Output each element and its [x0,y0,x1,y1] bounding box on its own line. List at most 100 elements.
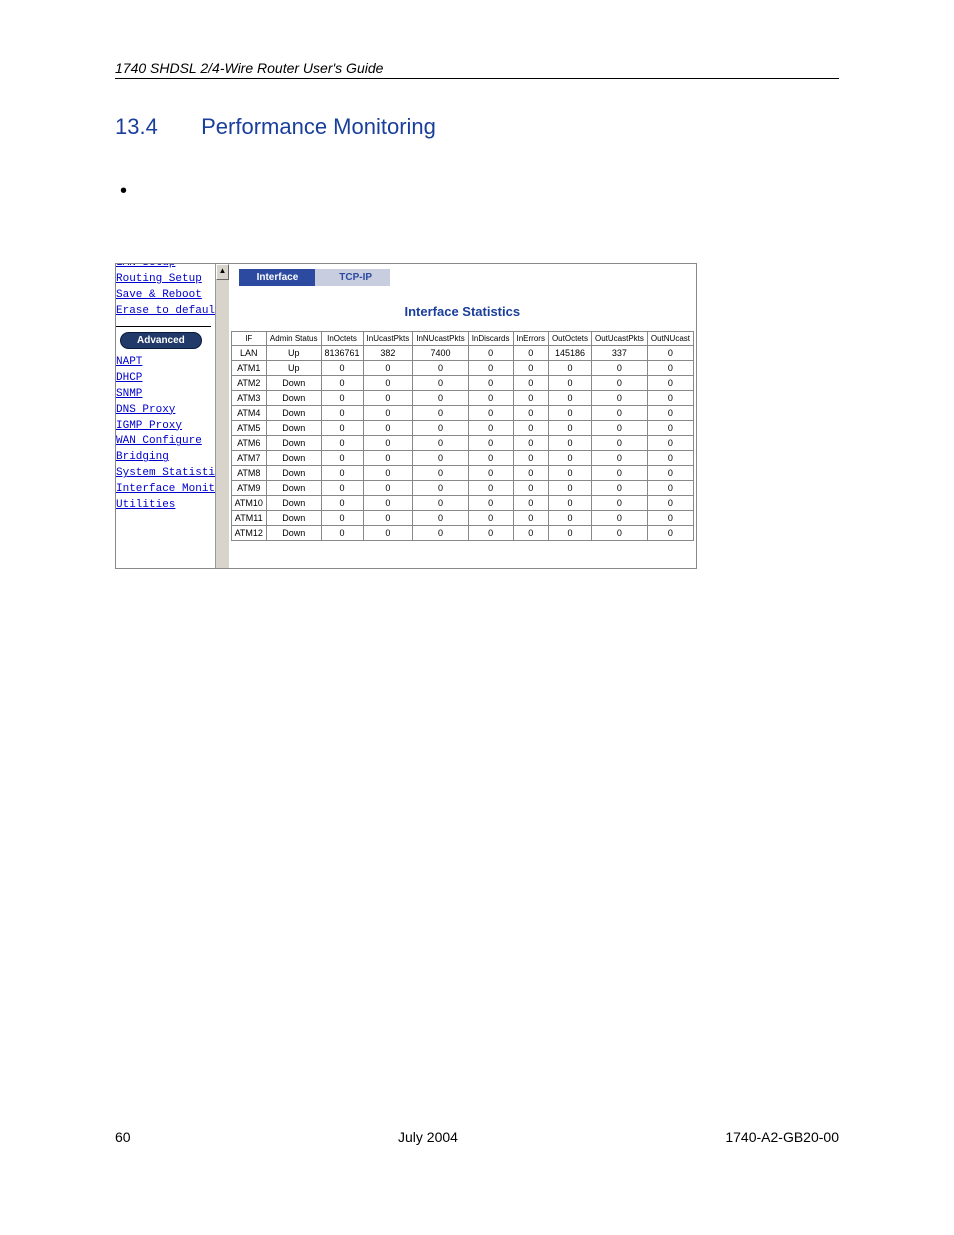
table-cell: 8136761 [321,346,363,361]
table-cell: 0 [413,391,468,406]
table-cell: 0 [548,451,591,466]
table-cell: 0 [468,526,513,541]
table-cell: 0 [413,466,468,481]
table-cell: 0 [468,436,513,451]
table-cell: 0 [647,526,693,541]
table-cell: 0 [321,466,363,481]
col-header: InNUcastPkts [413,332,468,346]
table-cell: 0 [413,406,468,421]
table-cell: 0 [591,511,647,526]
table-cell: 0 [513,481,548,496]
table-cell: 0 [321,406,363,421]
table-cell: ATM7 [231,451,266,466]
table-cell: 0 [363,466,413,481]
table-cell: 7400 [413,346,468,361]
table-cell: 0 [321,421,363,436]
table-cell: 0 [413,481,468,496]
table-cell: 0 [413,436,468,451]
table-cell: 0 [548,436,591,451]
router-admin-frame: LAN Setup Routing Setup Save & Reboot Er… [115,263,697,569]
table-cell: 0 [468,496,513,511]
col-header: OutOctets [548,332,591,346]
sidebar-item-interface-monitor[interactable]: Interface Monitor [116,482,211,498]
sidebar-item-save-reboot[interactable]: Save & Reboot [116,288,211,304]
table-cell: 0 [647,496,693,511]
table-row: LANUp81367613827400001451863370 [231,346,693,361]
sidebar-item-routing[interactable]: Routing Setup [116,272,211,288]
col-header: InUcastPkts [363,332,413,346]
sidebar-item-system-stats[interactable]: System Statistics [116,466,211,482]
table-cell: Down [266,436,321,451]
sidebar-item-snmp[interactable]: SNMP [116,387,211,403]
table-cell: 0 [321,481,363,496]
sidebar-item-erase-default[interactable]: Erase to default [116,304,211,320]
table-cell: 0 [363,421,413,436]
table-cell: ATM5 [231,421,266,436]
sidebar-scrollbar[interactable]: ▲ [215,264,228,568]
col-header: InOctets [321,332,363,346]
table-row: ATM8Down00000000 [231,466,693,481]
table-cell: Down [266,511,321,526]
table-cell: 0 [321,391,363,406]
col-header: InErrors [513,332,548,346]
sidebar-item-wan-configure[interactable]: WAN Configure [116,434,211,450]
sidebar-item-utilities[interactable]: Utilities [116,498,211,514]
table-cell: 0 [513,391,548,406]
table-cell: 0 [321,526,363,541]
table-cell: 145186 [548,346,591,361]
table-cell: ATM12 [231,526,266,541]
table-cell: 0 [468,466,513,481]
table-cell: 0 [647,511,693,526]
table-cell: 0 [363,391,413,406]
table-cell: 0 [591,376,647,391]
panel-title: Interface Statistics [229,286,696,331]
table-cell: 0 [513,421,548,436]
table-cell: 0 [413,451,468,466]
table-cell: 0 [647,346,693,361]
table-row: ATM1Up00000000 [231,361,693,376]
advanced-button[interactable]: Advanced [120,332,202,349]
tab-interface[interactable]: Interface [239,269,317,286]
table-row: ATM9Down00000000 [231,481,693,496]
section-title-text: Performance Monitoring [201,114,436,139]
table-cell: 0 [548,391,591,406]
table-cell: 0 [647,406,693,421]
sidebar-item-dns-proxy[interactable]: DNS Proxy [116,403,211,419]
scroll-up-icon[interactable]: ▲ [216,264,228,280]
table-cell: ATM10 [231,496,266,511]
table-cell: 0 [363,406,413,421]
footer-page-number: 60 [115,1129,131,1145]
sidebar-item-napt[interactable]: NAPT [116,355,211,371]
table-cell: 0 [468,346,513,361]
table-cell: 0 [647,436,693,451]
table-cell: 0 [591,466,647,481]
table-cell: Down [266,421,321,436]
table-cell: 0 [468,406,513,421]
table-cell: 0 [413,526,468,541]
table-cell: 0 [548,496,591,511]
bullet-icon: • [120,180,839,203]
table-cell: 0 [468,481,513,496]
table-cell: 0 [548,406,591,421]
table-cell: 0 [647,391,693,406]
tab-tcpip[interactable]: TCP-IP [315,269,390,286]
table-row: ATM10Down00000000 [231,496,693,511]
sidebar-item-lan-setup[interactable]: LAN Setup [116,264,211,272]
table-row: ATM11Down00000000 [231,511,693,526]
sidebar-item-dhcp[interactable]: DHCP [116,371,211,387]
table-cell: 0 [647,421,693,436]
table-cell: 0 [513,406,548,421]
table-cell: ATM2 [231,376,266,391]
table-cell: 0 [468,511,513,526]
running-header: 1740 SHDSL 2/4-Wire Router User's Guide [115,60,839,79]
table-cell: 0 [321,511,363,526]
table-cell: Up [266,346,321,361]
table-cell: 0 [363,436,413,451]
sidebar-item-igmp-proxy[interactable]: IGMP Proxy [116,419,211,435]
table-cell: ATM3 [231,391,266,406]
table-cell: 0 [548,376,591,391]
sidebar-item-bridging[interactable]: Bridging [116,450,211,466]
table-cell: 0 [513,436,548,451]
footer-date: July 2004 [398,1129,458,1145]
table-cell: Down [266,391,321,406]
